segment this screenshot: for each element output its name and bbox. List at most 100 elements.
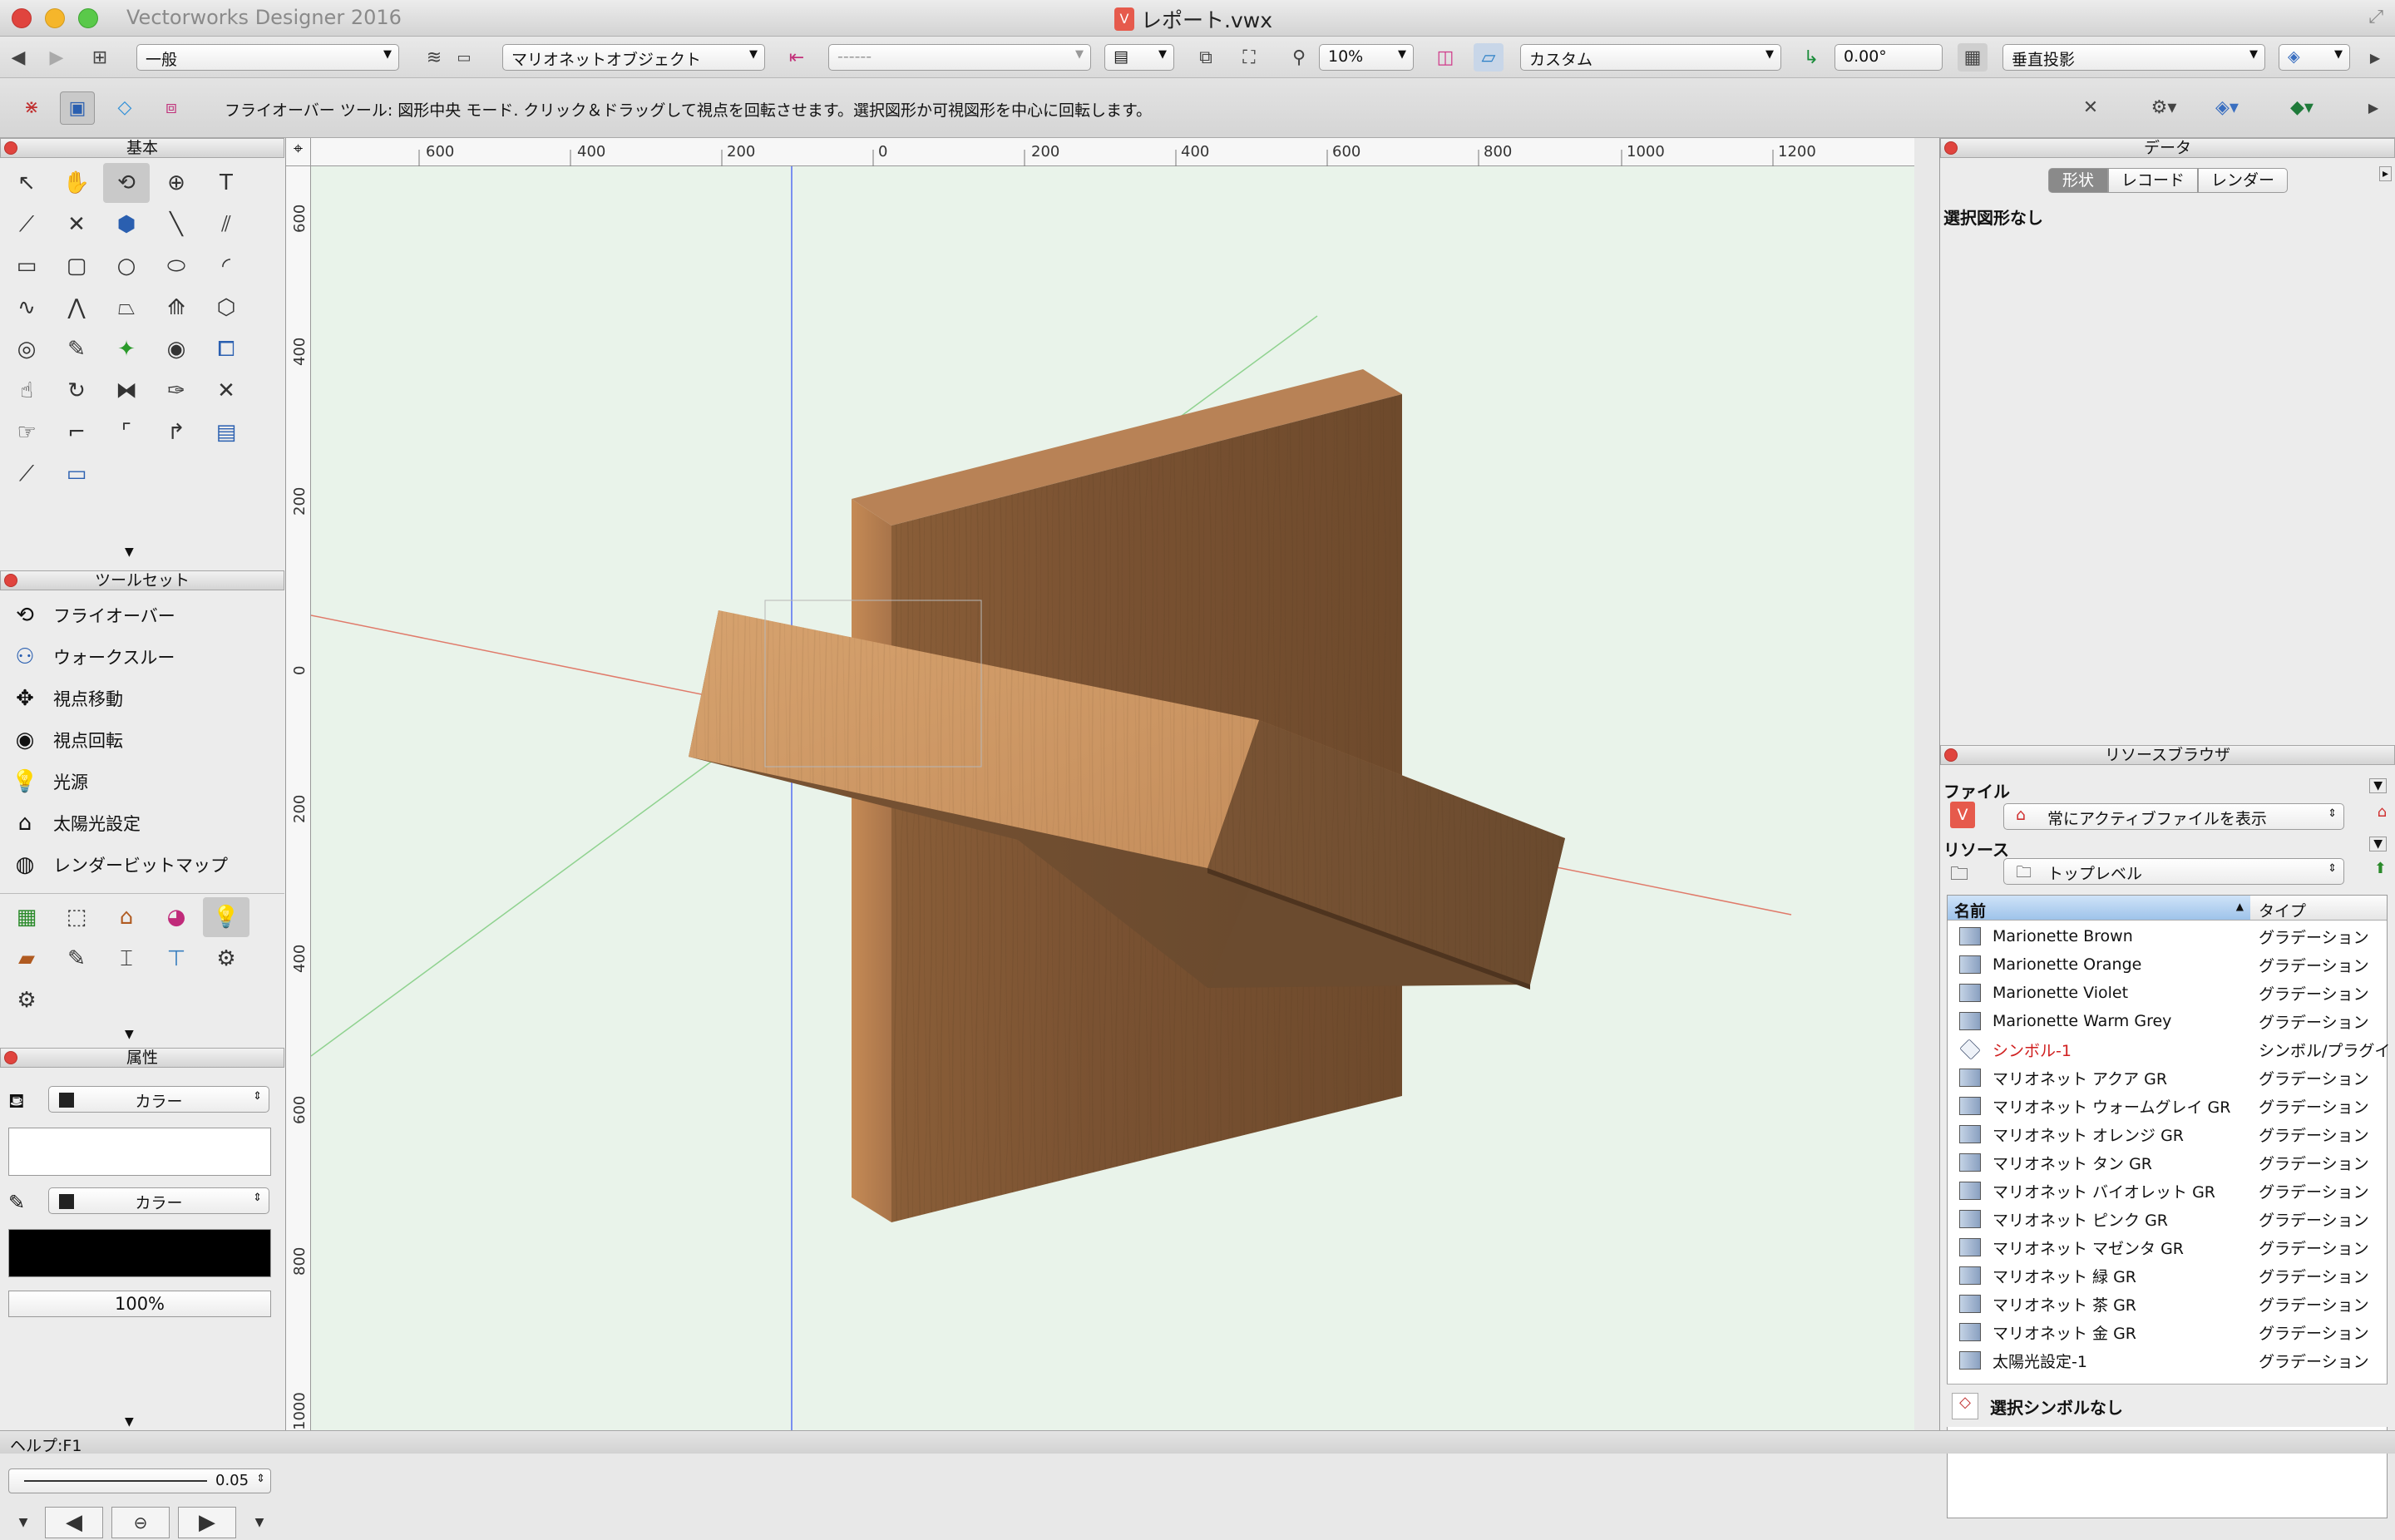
projection-select[interactable]: 垂直投影 ▼: [2002, 44, 2265, 71]
vertical-ruler[interactable]: 600 400 200 0 200 400 600 800 1000: [286, 166, 311, 1430]
circle-tool-icon[interactable]: ○: [103, 246, 150, 286]
toolset-item-light[interactable]: 💡 光源: [8, 762, 88, 802]
toolset-item-rotate-view[interactable]: ◉ 視点回転: [8, 720, 123, 760]
end-marker-dropdown-icon[interactable]: ▼: [240, 1507, 279, 1538]
freehand-tool-icon[interactable]: ∿: [3, 288, 50, 328]
list-item[interactable]: シンボル-1 シンボル/プラグイ: [1956, 1035, 2395, 1064]
list-item[interactable]: Marionette Warm Grey グラデーション: [1956, 1007, 2395, 1035]
list-item[interactable]: マリオネット 茶 GR グラデーション: [1956, 1290, 2395, 1318]
line-weight-field[interactable]: 0.05 ⇕: [8, 1468, 271, 1493]
eyedropper-tool-icon[interactable]: ✎: [53, 329, 100, 369]
reshape-tool-icon[interactable]: ☝: [3, 371, 50, 411]
folder-select[interactable]: 🗀 トップレベル ⇕: [2003, 858, 2344, 885]
machine-toolset-icon[interactable]: ⚙: [203, 939, 249, 979]
list-item[interactable]: マリオネット タン GR グラデーション: [1956, 1148, 2395, 1177]
list-item[interactable]: Marionette Brown グラデーション: [1956, 922, 2395, 950]
split-tool-icon[interactable]: ✑: [153, 371, 200, 411]
structural-toolset-icon[interactable]: ⌶: [103, 939, 150, 979]
toolset-item-flyover[interactable]: ⟲ フライオーバー: [8, 595, 175, 635]
resources-menu-icon[interactable]: ▼: [2369, 837, 2387, 851]
close-palette-button[interactable]: [4, 1051, 17, 1064]
col-type-header[interactable]: タイプ: [2252, 896, 2385, 921]
close-palette-button[interactable]: [4, 574, 17, 587]
horizontal-ruler[interactable]: 600 400 200 0 200 400 600 800 1000 1200: [311, 138, 1914, 166]
building-shell-toolset-icon[interactable]: ⬚: [53, 897, 100, 937]
fit-to-page-icon[interactable]: ⛶: [1234, 43, 1264, 72]
overflow-arrow-icon[interactable]: ▶: [2358, 93, 2388, 121]
attribute-mapping-tool-icon[interactable]: ◉: [153, 329, 200, 369]
file-menu-icon[interactable]: ▼: [2369, 778, 2387, 793]
detailing-toolset-icon[interactable]: ✎: [53, 939, 100, 979]
3d-locus-tool-icon[interactable]: ⬢: [103, 205, 150, 244]
polygon-tool-icon[interactable]: ⏢: [103, 288, 150, 328]
list-item[interactable]: マリオネット バイオレット GR グラデーション: [1956, 1177, 2395, 1205]
mirror-tool-icon[interactable]: ⧓: [103, 371, 150, 411]
layers-icon[interactable]: ≋: [419, 43, 449, 72]
list-item[interactable]: マリオネット ピンク GR グラデーション: [1956, 1205, 2395, 1233]
settings-gear-icon[interactable]: ⚙▾: [2141, 93, 2187, 121]
line-tool-icon[interactable]: ╲: [153, 205, 200, 244]
pan-tool-icon[interactable]: ✋: [53, 163, 100, 203]
locus-tool-icon[interactable]: ✕: [53, 205, 100, 244]
tab-render[interactable]: レンダー: [2198, 168, 2288, 193]
3d-model-view[interactable]: [311, 166, 1914, 1430]
site-planning-toolset-icon[interactable]: ▦: [3, 897, 50, 937]
furniture-toolset-icon[interactable]: ⌂: [103, 897, 150, 937]
palette-menu-icon[interactable]: ▸: [2378, 166, 2392, 181]
file-select[interactable]: ⌂ 常にアクティブファイルを表示 ⇕: [2003, 803, 2344, 830]
sheet-select[interactable]: ------ ▼: [828, 44, 1091, 71]
chamfer-tool-icon[interactable]: ⌜: [103, 412, 150, 452]
working-plane-icon[interactable]: ▱: [1474, 43, 1504, 72]
list-item[interactable]: マリオネット 金 GR グラデーション: [1956, 1318, 2395, 1346]
polyline-tool-icon[interactable]: ⋀: [53, 288, 100, 328]
dimension-tool-icon[interactable]: ⟋: [3, 205, 50, 244]
offset-tool-icon[interactable]: ☞: [3, 412, 50, 452]
unified-view-icon[interactable]: ◫: [1430, 43, 1460, 72]
fill-type-select[interactable]: カラー ⇕: [48, 1086, 269, 1113]
ruler-origin-icon[interactable]: ⌖: [286, 138, 311, 166]
list-item[interactable]: マリオネット アクア GR グラデーション: [1956, 1064, 2395, 1092]
selection-tool-icon[interactable]: ↖: [3, 163, 50, 203]
rotate-tool-icon[interactable]: ↻: [53, 371, 100, 411]
fill-preview[interactable]: [8, 1128, 271, 1176]
minimize-window-button[interactable]: [45, 8, 65, 28]
drawing-canvas[interactable]: [311, 166, 1914, 1430]
lighting-toolset-icon[interactable]: 💡: [203, 897, 249, 937]
duplicate-along-path-tool-icon[interactable]: ⟋: [3, 454, 50, 494]
tab-shape[interactable]: 形状: [2048, 168, 2108, 193]
fit-to-objects-icon[interactable]: ⧉: [1191, 43, 1221, 72]
start-marker-dropdown-icon[interactable]: ▼: [3, 1507, 43, 1538]
list-item[interactable]: 太陽光設定-1 グラデーション: [1956, 1346, 2395, 1375]
connect-tool-icon[interactable]: ↱: [153, 412, 200, 452]
arc-tool-icon[interactable]: ◜: [203, 246, 249, 286]
mep-toolset-icon[interactable]: ⊤: [153, 939, 200, 979]
pen-preview[interactable]: [8, 1229, 271, 1277]
close-window-button[interactable]: [12, 8, 32, 28]
close-palette-button[interactable]: [1944, 141, 1958, 155]
start-marker-icon[interactable]: ◀: [45, 1507, 103, 1538]
view-options-icon[interactable]: ▦: [1958, 43, 1988, 72]
end-marker-icon[interactable]: ▶: [178, 1507, 236, 1538]
rotation-field[interactable]: 0.00°: [1835, 44, 1943, 71]
eraser-tool-icon[interactable]: ▤: [203, 412, 249, 452]
workspace-icon[interactable]: ◈▾: [2204, 93, 2250, 121]
snap-icon[interactable]: ✕: [2076, 93, 2106, 121]
zoom-icon[interactable]: ⚲: [1284, 43, 1314, 72]
axis-center-mode-icon[interactable]: ⋇: [17, 93, 47, 121]
zoom-field[interactable]: 10% ▼: [1319, 44, 1414, 71]
folder-up-icon[interactable]: ⬆: [2374, 860, 2387, 877]
forward-arrow-icon[interactable]: ▶: [42, 43, 72, 72]
marionette-node-tool-icon[interactable]: ▭: [53, 454, 100, 494]
list-item[interactable]: Marionette Violet グラデーション: [1956, 979, 2395, 1007]
visualization-toolset-icon[interactable]: ◕: [153, 897, 200, 937]
double-polyline-tool-icon[interactable]: ⟰: [153, 288, 200, 328]
working-plane-mode-icon[interactable]: ◇: [110, 93, 140, 121]
sheet-navigation-icon[interactable]: ⇤: [782, 43, 812, 72]
close-palette-button[interactable]: [1944, 748, 1958, 762]
oval-tool-icon[interactable]: ⬭: [153, 246, 200, 286]
list-item[interactable]: マリオネット 緑 GR グラデーション: [1956, 1261, 2395, 1290]
class-navigation-icon[interactable]: ⊞: [85, 43, 115, 72]
text-tool-icon[interactable]: T: [203, 163, 249, 203]
object-center-mode-icon[interactable]: ▣: [60, 91, 95, 125]
rotate-plan-icon[interactable]: ↳: [1796, 43, 1826, 72]
